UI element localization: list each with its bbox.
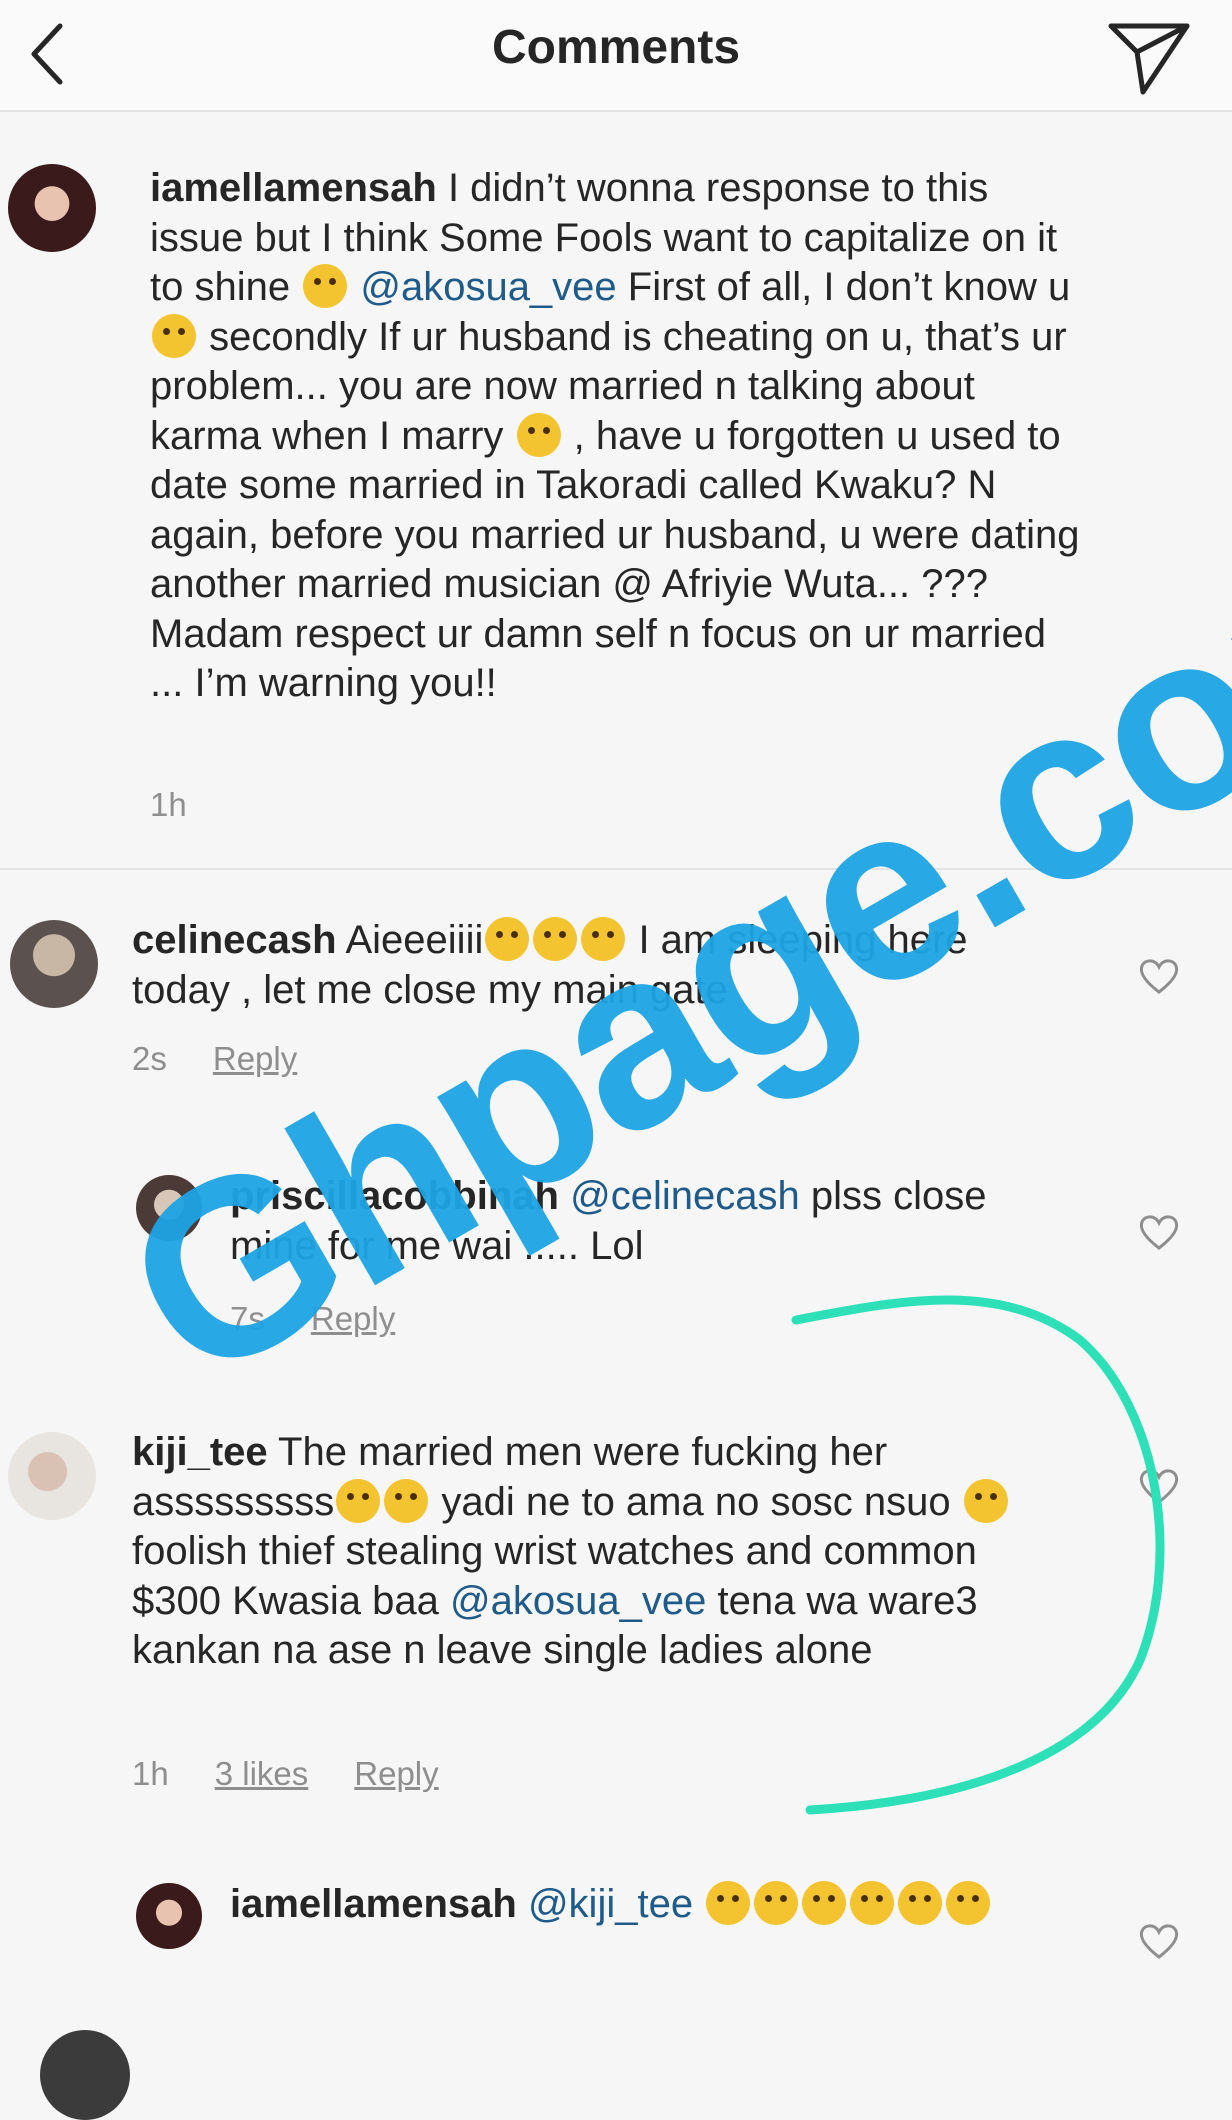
rofl-emoji-icon (485, 917, 530, 961)
comment-time: 2s (132, 1040, 167, 1077)
mention-link[interactable]: @akosua_vee (360, 265, 616, 309)
rofl-emoji-icon (516, 412, 561, 457)
comment-time: 1h (150, 786, 187, 823)
rofl-emoji-icon (384, 1478, 429, 1523)
heart-icon[interactable] (1138, 1922, 1180, 1960)
reply-button[interactable]: Reply (213, 1040, 297, 1077)
weary-face-emoji-icon (802, 1881, 847, 1925)
heart-icon[interactable] (1138, 1213, 1180, 1251)
comment-text: iamellamensah @kiji_tee (230, 1880, 1070, 1930)
comment-username[interactable]: celinecash (132, 918, 337, 962)
comment-time: 1h (132, 1755, 169, 1792)
divider (0, 868, 1232, 870)
rofl-emoji-icon (533, 917, 578, 961)
mention-link[interactable]: @kiji_tee (528, 1882, 693, 1926)
heart-icon[interactable] (1138, 957, 1180, 995)
comment-body: yadi ne to ama no sosc nsuo (430, 1479, 962, 1524)
avatar[interactable] (10, 920, 98, 1008)
comment-body (693, 1882, 704, 1926)
comment-text: priscillacobbinah @celinecash plss close… (230, 1172, 1070, 1271)
comment-meta: 7s Reply (230, 1300, 441, 1338)
current-user-avatar[interactable] (40, 2030, 130, 2120)
comment-username[interactable]: iamellamensah (150, 166, 437, 210)
avatar[interactable] (8, 1432, 96, 1520)
comment-time: 7s (230, 1300, 265, 1337)
avatar[interactable] (136, 1883, 202, 1949)
comment-meta: 1h 3 likes Reply (132, 1755, 485, 1793)
comment-username[interactable]: iamellamensah (230, 1882, 517, 1926)
reply-button[interactable]: Reply (354, 1755, 438, 1792)
joy-emoji-icon (754, 1881, 799, 1925)
comment-text: iamellamensah I didn’t wonna response to… (150, 164, 1080, 709)
mention-link[interactable]: @celinecash (570, 1174, 800, 1218)
rofl-emoji-icon (706, 1881, 751, 1925)
rofl-emoji-icon (581, 917, 626, 961)
comment-username[interactable]: kiji_tee (132, 1430, 268, 1474)
comment-meta: 1h (150, 786, 233, 824)
likes-count[interactable]: 3 likes (215, 1755, 309, 1792)
heart-icon[interactable] (1138, 1467, 1180, 1505)
rofl-emoji-icon (946, 1881, 991, 1925)
thinking-emoji-icon (152, 313, 196, 358)
comment-text: kiji_tee The married men were fucking he… (132, 1428, 1052, 1676)
rolling-eyes-emoji-icon (303, 264, 348, 308)
comment-text: celinecash Aieeeiiii I am sleeping here … (132, 916, 1012, 1015)
rofl-emoji-icon (963, 1478, 1008, 1523)
comment-body: First of all, I don’t know u (616, 265, 1071, 309)
comment-body: Aieeeiiii (336, 918, 484, 962)
joy-emoji-icon (850, 1881, 895, 1925)
top-bar: Comments (0, 0, 1232, 112)
comment-username[interactable]: priscillacobbinah (230, 1174, 559, 1218)
page-title: Comments (491, 21, 741, 74)
avatar[interactable] (8, 164, 96, 252)
direct-send-icon[interactable] (1105, 10, 1195, 100)
rofl-emoji-icon (898, 1881, 943, 1925)
comment-meta: 2s Reply (132, 1040, 343, 1078)
avatar[interactable] (136, 1175, 202, 1241)
weary-face-emoji-icon (336, 1478, 381, 1523)
reply-button[interactable]: Reply (311, 1300, 395, 1337)
mention-link[interactable]: @akosua_vee (450, 1579, 706, 1623)
